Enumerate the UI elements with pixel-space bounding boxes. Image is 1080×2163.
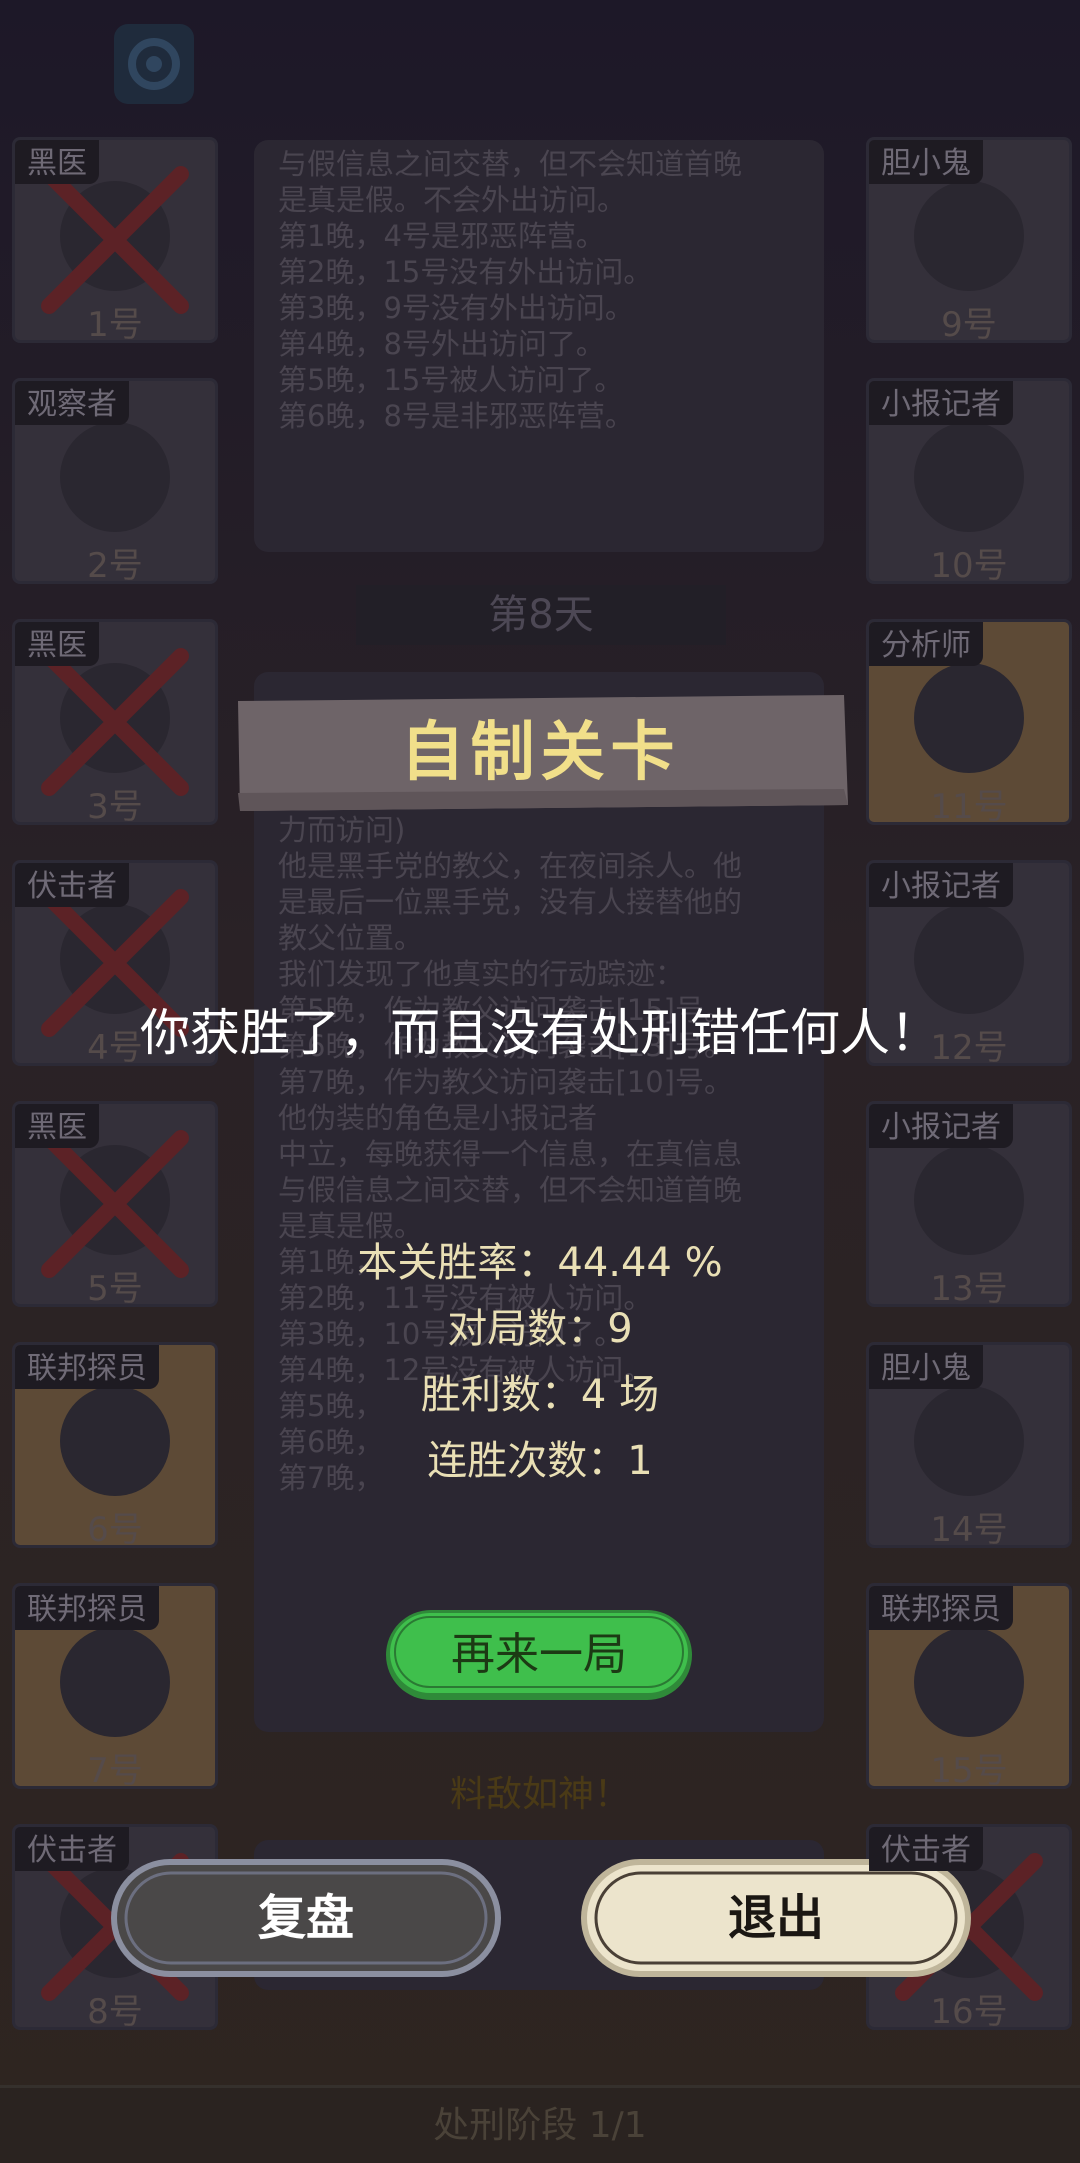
role-name: 胆小鬼 — [869, 1345, 983, 1389]
seat-number: 6号 — [87, 1510, 143, 1548]
role-name: 联邦探员 — [869, 1586, 1013, 1630]
player-card[interactable]: 分析师 11号 — [866, 619, 1072, 825]
seat-number: 7号 — [87, 1751, 143, 1789]
info-line: 中立，每晚获得一个信息，在真信息 — [278, 1137, 743, 1171]
role-name: 分析师 — [869, 622, 983, 666]
player-card[interactable]: 小报记者 10号 — [866, 378, 1072, 584]
role-portrait-icon — [914, 422, 1024, 532]
role-name: 黑医 — [15, 1104, 99, 1148]
player-card[interactable]: 联邦探员 15号 — [866, 1583, 1072, 1789]
seat-number: 1号 — [87, 305, 143, 343]
day-label: 第8天 — [356, 585, 726, 645]
info-line: 他伪装的角色是小报记者 — [278, 1101, 598, 1135]
seat-number: 12号 — [930, 1028, 1008, 1066]
player-card[interactable]: 小报记者 12号 — [866, 860, 1072, 1066]
settings-gear-icon[interactable] — [114, 24, 194, 104]
role-portrait-icon — [914, 663, 1024, 773]
info-line: 第1晚，4号是邪恶阵营。 — [278, 219, 605, 253]
faded-achievement-title: 料敌如神！ — [449, 1774, 630, 1815]
seat-number: 15号 — [930, 1751, 1008, 1789]
seat-number: 13号 — [930, 1269, 1008, 1307]
role-name: 观察者 — [15, 381, 129, 425]
info-line: 是真是假。不会外出访问。 — [278, 183, 627, 217]
role-portrait-icon — [914, 181, 1024, 291]
seat-number: 5号 — [87, 1269, 143, 1307]
role-portrait-icon — [60, 422, 170, 532]
role-portrait-icon — [914, 1627, 1024, 1737]
play-again-label[interactable]: 再来一局 — [383, 1607, 695, 1703]
role-name: 联邦探员 — [15, 1586, 159, 1630]
seat-number: 9号 — [941, 305, 997, 343]
dead-cross-icon — [41, 648, 189, 796]
seat-number: 3号 — [87, 787, 143, 825]
seat-number: 8号 — [87, 1992, 143, 2030]
seat-number: 10号 — [930, 546, 1008, 584]
role-name: 黑医 — [15, 140, 99, 184]
banner-title: 自制关卡 — [400, 716, 681, 790]
info-line: 与假信息之间交替，但不会知道首晚 — [278, 147, 743, 181]
info-line: 第3晚，9号没有外出访问。 — [278, 291, 634, 325]
role-name: 伏击者 — [869, 1827, 983, 1871]
player-card[interactable]: 黑医 1号 — [12, 137, 218, 343]
info-line: 我们发现了他真实的行动踪迹： — [278, 957, 685, 991]
seat-number: 4号 — [87, 1028, 143, 1066]
info-line: 力而访问) — [278, 813, 406, 847]
seat-number: 14号 — [930, 1510, 1008, 1548]
player-card[interactable]: 黑医 5号 — [12, 1101, 218, 1307]
info-panel-top: 与假信息之间交替，但不会知道首晚 是真是假。不会外出访问。 第1晚，4号是邪恶阵营。… — [254, 140, 824, 552]
role-portrait-icon — [60, 1627, 170, 1737]
seat-number: 2号 — [87, 546, 143, 584]
player-card[interactable]: 小报记者 13号 — [866, 1101, 1072, 1307]
info-line: 第6晚，8号是非邪恶阵营。 — [278, 399, 634, 433]
info-line: 第2晚，15号没有外出访问。 — [278, 255, 653, 289]
role-name: 小报记者 — [869, 863, 1013, 907]
role-name: 小报记者 — [869, 1104, 1013, 1148]
seat-number: 16号 — [930, 1992, 1008, 2030]
result-message: 你获胜了，而且没有处刑错任何人！ — [140, 1004, 940, 1062]
seat-number: 11号 — [930, 787, 1008, 825]
role-name: 联邦探员 — [15, 1345, 159, 1389]
role-name: 小报记者 — [869, 381, 1013, 425]
info-line: 教父位置。 — [278, 921, 424, 955]
info-line: 第5晚，15号被人访问了。 — [278, 363, 624, 397]
player-card[interactable]: 观察者 2号 — [12, 378, 218, 584]
info-line: 他是黑手党的教父，在夜间杀人。他 — [278, 849, 743, 883]
role-name: 胆小鬼 — [869, 140, 983, 184]
role-name: 伏击者 — [15, 1827, 129, 1871]
dead-cross-icon — [41, 166, 189, 314]
review-label[interactable]: 复盘 — [108, 1856, 504, 1980]
player-card[interactable]: 胆小鬼 9号 — [866, 137, 1072, 343]
info-panel-top-red-note — [278, 434, 800, 506]
role-name: 黑医 — [15, 622, 99, 666]
info-line: 第4晚，8号外出访问了。 — [278, 327, 605, 361]
info-panel-main: 力而访问) 他是黑手党的教父，在夜间杀人。他 是最后一位黑手党，没有人接替他的 教父位… — [254, 672, 824, 1732]
stat-streak: 连胜次数：1 — [427, 1438, 653, 1484]
info-line: 第7晚，作为教父访问袭击[10]号。 — [278, 1065, 733, 1099]
player-card[interactable]: 联邦探员 7号 — [12, 1583, 218, 1789]
role-name: 伏击者 — [15, 863, 129, 907]
execution-phase-bar: 处刑阶段 1/1 — [0, 2085, 1080, 2163]
exit-label[interactable]: 退出 — [578, 1856, 974, 1980]
info-line: 与假信息之间交替，但不会知道首晚 — [278, 1173, 743, 1207]
player-card[interactable]: 黑医 3号 — [12, 619, 218, 825]
info-panel-top-text: 与假信息之间交替，但不会知道首晚 是真是假。不会外出访问。 第1晚，4号是邪恶阵营。… — [278, 146, 800, 434]
player-card[interactable]: 伏击者 4号 — [12, 860, 218, 1066]
info-line: 是最后一位黑手党，没有人接替他的 — [278, 885, 743, 919]
role-portrait-icon — [914, 904, 1024, 1014]
